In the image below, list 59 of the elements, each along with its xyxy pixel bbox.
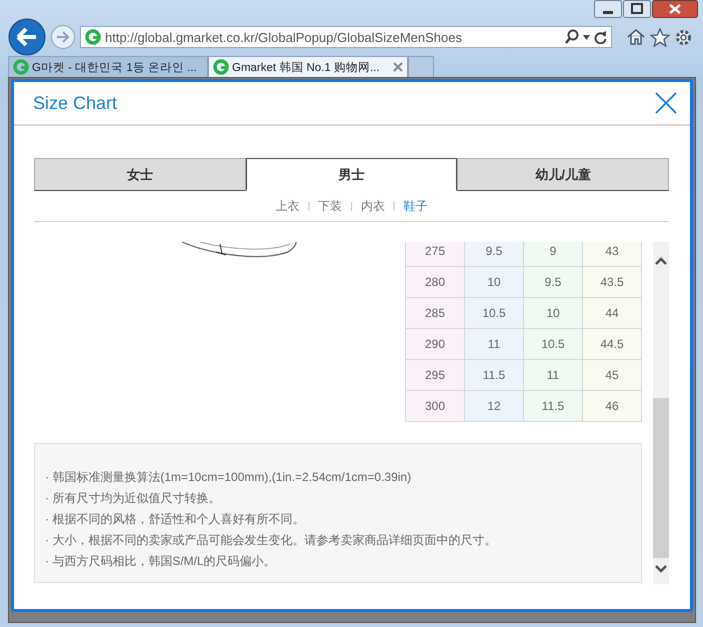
site-logo-icon (13, 59, 29, 75)
table-cell: 44 (582, 298, 642, 328)
note-text: · 与西方尺码相比，韩国S/M/L的尺码偏小。 (45, 553, 277, 570)
table-cell: 9 (524, 242, 582, 266)
settings-icon[interactable] (674, 28, 693, 46)
note-text: · 大小，根据不同的卖家或产品可能会发生变化。请参考卖家商品详细页面中的尺寸。 (45, 532, 498, 549)
table-cell: 290 (406, 328, 464, 360)
table-cell: 280 (406, 266, 464, 298)
subcategory-tab[interactable]: 鞋子 (403, 198, 428, 214)
refresh-icon[interactable] (594, 30, 607, 44)
category-tab[interactable]: 女士 (34, 158, 246, 191)
table-cell: 43.5 (582, 266, 642, 298)
table-cell: 10.5 (464, 298, 524, 328)
popup-title: Size Chart (33, 92, 118, 114)
note-text: · 所有尺寸均为近似值尺寸转换。 (45, 490, 222, 507)
table-cell: 43 (582, 242, 642, 266)
table-cell: 275 (406, 242, 464, 266)
scrollbar-thumb[interactable] (653, 398, 669, 558)
table-cell: 11.5 (464, 360, 524, 390)
browser-tab[interactable]: Gmarket 韩国 No.1 购物网... (208, 56, 408, 77)
star-icon[interactable] (650, 28, 670, 46)
table-cell: 45 (582, 360, 642, 390)
subcategory-tab[interactable]: 上衣 (276, 198, 300, 214)
subcategory-tab[interactable]: 下装 (318, 198, 342, 214)
site-logo-icon (85, 29, 101, 45)
table-cell: 10 (464, 266, 524, 298)
home-icon[interactable] (626, 28, 646, 46)
maximize-icon[interactable] (623, 0, 651, 18)
table-cell: 300 (406, 390, 464, 422)
table-cell: 9.5 (464, 242, 524, 266)
subcategory-tab[interactable]: 内衣 (360, 198, 385, 214)
separator: | (392, 200, 396, 212)
separator: | (308, 200, 310, 212)
table-cell: 44.5 (582, 328, 642, 360)
note-text: · 韩国标准测量换算法(1m=10cm=100mm),(1in.=2.54cm/1cm=0.39in) (45, 469, 412, 486)
note-text: · 根据不同的风格，舒适性和个人喜好有所不同。 (45, 511, 306, 528)
table-cell: 295 (406, 360, 464, 390)
scrollbar[interactable] (653, 242, 669, 584)
table-cell: 11.5 (524, 390, 582, 422)
table-cell: 9.5 (524, 266, 582, 298)
address-field[interactable]: http://global.gmarket.co.kr/GlobalPopup/GlobalSizeMenShoes (80, 26, 612, 48)
close-icon[interactable] (655, 92, 677, 114)
table-cell: 46 (582, 390, 642, 422)
table-cell: 10.5 (524, 328, 582, 360)
table-cell: 11 (464, 328, 524, 360)
separator: | (350, 200, 353, 212)
caret-icon[interactable] (583, 34, 590, 40)
category-tab[interactable]: 幼儿/儿童 (457, 158, 670, 191)
table-cell: 285 (406, 298, 464, 328)
back-icon[interactable] (8, 18, 46, 56)
minimize-icon[interactable] (594, 0, 622, 18)
table-cell: 10 (524, 298, 582, 328)
close-icon[interactable] (652, 0, 698, 18)
site-logo-icon (213, 59, 229, 75)
category-tab[interactable]: 男士 (246, 158, 458, 191)
table-cell: 12 (464, 390, 524, 422)
browser-tab[interactable]: G마켓 - 대한민국 1등 온라인 ... (8, 56, 208, 77)
table-cell: 11 (524, 360, 582, 390)
search-icon[interactable] (565, 29, 579, 45)
